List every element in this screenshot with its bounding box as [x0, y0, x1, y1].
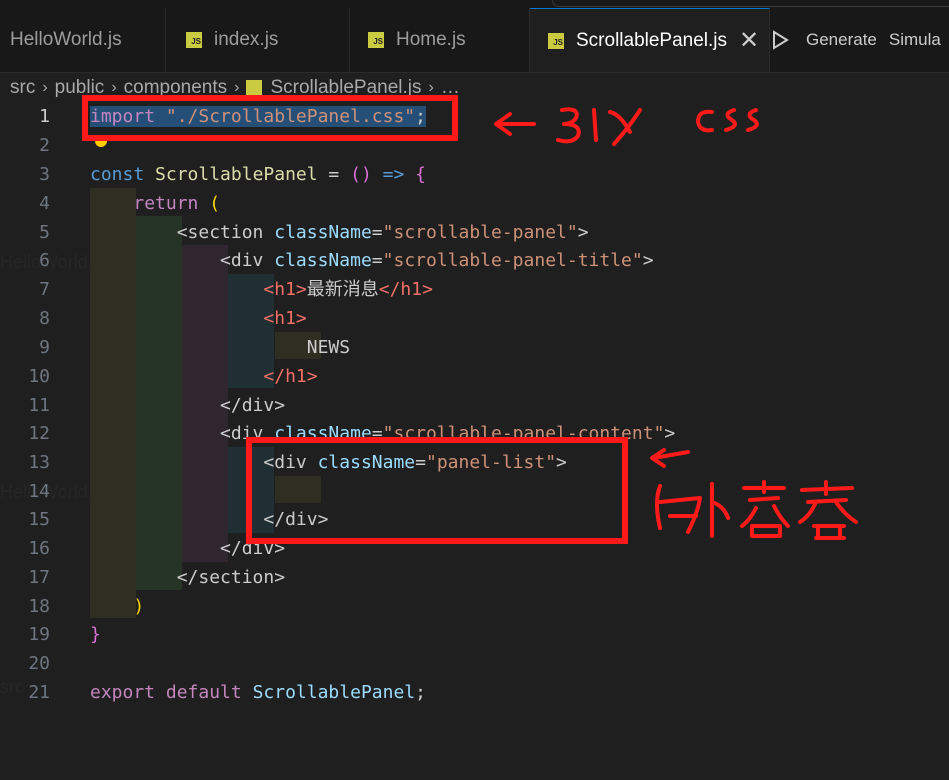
code-line-9[interactable]: NEWS: [90, 333, 350, 362]
tab-label: ScrollablePanel.js: [576, 29, 728, 51]
line-number: 21: [28, 682, 50, 703]
handwritten-note-keep-container: [650, 448, 858, 540]
line-number: 16: [28, 538, 50, 559]
js-file-icon: [246, 80, 263, 96]
code-line-3[interactable]: const ScrollablePanel = () => {: [90, 160, 426, 189]
code-line-18[interactable]: ): [90, 592, 144, 621]
code-line-5[interactable]: <section className="scrollable-panel">: [90, 218, 589, 247]
tab-index[interactable]: JS index.js: [166, 8, 350, 72]
line-number: 4: [39, 193, 50, 214]
line-number: 19: [28, 624, 50, 645]
generate-button[interactable]: Generate: [806, 30, 877, 50]
code-line-7[interactable]: <h1>最新消息</h1>: [90, 275, 433, 304]
line-number: 3: [39, 164, 50, 185]
js-file-icon: JS: [368, 32, 384, 48]
line-number: 1: [39, 106, 50, 127]
editor-tab-bar: HelloWorld.js JS index.js JS Home.js JS …: [0, 0, 949, 73]
run-icon[interactable]: [770, 29, 790, 51]
annotation-box-container: [246, 437, 628, 544]
line-number: 2: [39, 135, 50, 156]
code-line-11[interactable]: </div>: [90, 391, 285, 420]
tab-label: HelloWorld.js: [10, 29, 122, 50]
line-number: 9: [39, 337, 50, 358]
tab-scrollablepanel[interactable]: JS ScrollablePanel.js ✕: [530, 8, 770, 72]
line-number: 18: [28, 596, 50, 617]
code-line-10[interactable]: </h1>: [90, 362, 317, 391]
code-editor[interactable]: HelloWorld.js HelloWorld.js src 1 2 3 4 …: [0, 95, 949, 780]
js-file-icon: JS: [548, 32, 564, 49]
line-number: 10: [28, 366, 50, 387]
code-line-19[interactable]: }: [90, 620, 101, 649]
code-line-6[interactable]: <div className="scrollable-panel-title">: [90, 246, 654, 275]
handwritten-note-import-css: [494, 107, 759, 146]
tab-home[interactable]: JS Home.js: [350, 8, 530, 72]
breadcrumb-src[interactable]: src: [10, 77, 35, 99]
line-number: 13: [28, 452, 50, 473]
simulate-button[interactable]: Simula: [889, 30, 941, 50]
line-number: 8: [39, 308, 50, 329]
tab-helloworld[interactable]: HelloWorld.js: [0, 8, 166, 72]
tab-label: index.js: [214, 29, 279, 50]
annotation-box-import: [82, 95, 458, 141]
code-line-21[interactable]: export default ScrollablePanel;: [90, 678, 426, 707]
line-number: 7: [39, 279, 50, 300]
line-number: 11: [28, 395, 50, 416]
line-number: 6: [39, 250, 50, 271]
code-line-4[interactable]: return (: [90, 189, 220, 218]
line-number: 5: [39, 222, 50, 243]
chevron-right-icon: ›: [42, 79, 48, 96]
line-number: 15: [28, 509, 50, 530]
editor-actions: Generate Simula: [770, 8, 941, 72]
code-line-8[interactable]: <h1>: [90, 304, 306, 333]
js-file-icon: JS: [186, 32, 202, 48]
code-line-17[interactable]: </section>: [90, 563, 285, 592]
line-number: 20: [28, 653, 50, 674]
line-number: 17: [28, 567, 50, 588]
command-center-edge[interactable]: [552, 0, 949, 7]
line-number: 14: [28, 481, 50, 502]
tab-label: Home.js: [396, 29, 466, 50]
line-number: 12: [28, 423, 50, 444]
close-icon[interactable]: ✕: [739, 26, 759, 55]
